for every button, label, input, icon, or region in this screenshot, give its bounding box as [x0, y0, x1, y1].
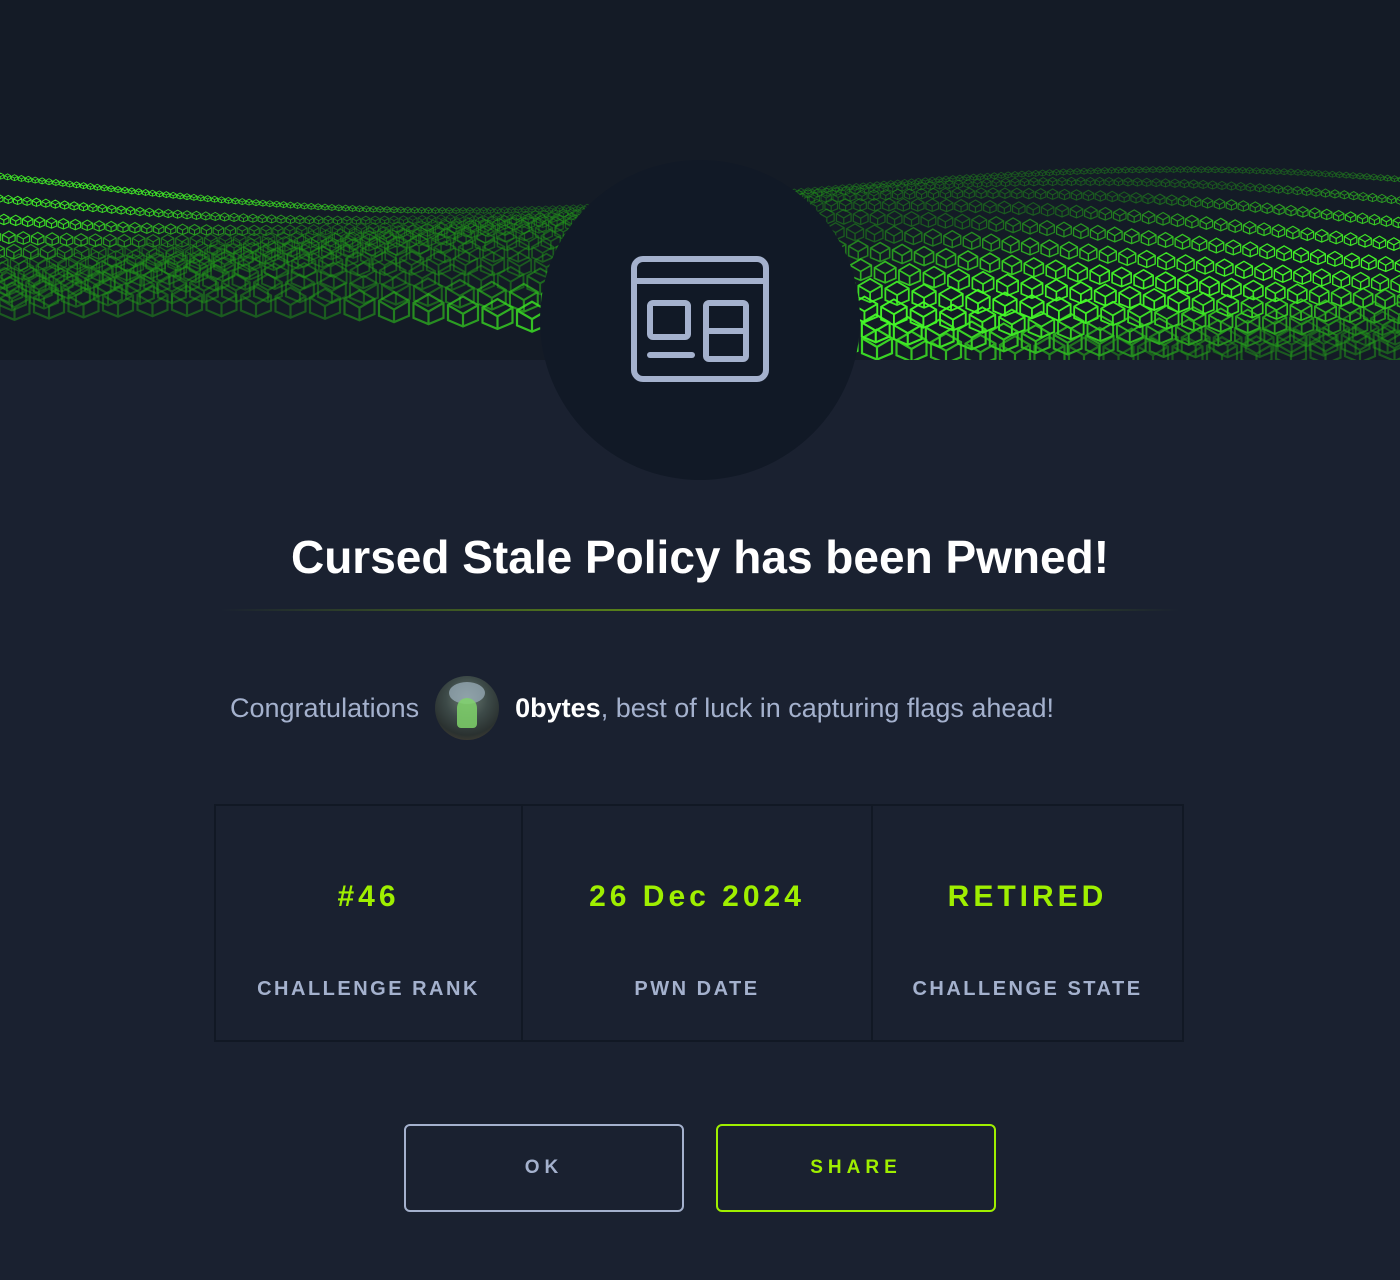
stat-value: RETIRED	[947, 880, 1108, 913]
stat-pwn-date: 26 Dec 2024 PWN DATE	[523, 806, 873, 1040]
stat-challenge-state: RETIRED CHALLENGE STATE	[873, 806, 1182, 1040]
congratulations-message: Congratulations 0bytes, best of luck in …	[230, 676, 1054, 740]
avatar	[435, 676, 500, 740]
share-button[interactable]: SHARE	[716, 1124, 996, 1212]
ok-button[interactable]: OK	[404, 1124, 684, 1212]
stats-panel: #46 CHALLENGE RANK 26 Dec 2024 PWN DATE …	[214, 804, 1184, 1042]
congrats-suffix: , best of luck in capturing flags ahead!	[600, 692, 1054, 723]
page-title: Cursed Stale Policy has been Pwned!	[290, 531, 1110, 583]
stat-challenge-rank: #46 CHALLENGE RANK	[216, 806, 523, 1040]
stat-label: CHALLENGE RANK	[257, 978, 480, 1000]
stat-label: PWN DATE	[634, 978, 760, 1000]
username-link[interactable]: 0bytes	[515, 693, 601, 724]
title-divider	[220, 609, 1180, 611]
stat-value: #46	[337, 880, 400, 913]
browser-window-icon	[631, 256, 769, 382]
congrats-prefix: Congratulations	[230, 692, 420, 723]
stat-value: 26 Dec 2024	[589, 880, 805, 913]
challenge-badge	[540, 160, 860, 480]
stat-label: CHALLENGE STATE	[912, 978, 1143, 1000]
